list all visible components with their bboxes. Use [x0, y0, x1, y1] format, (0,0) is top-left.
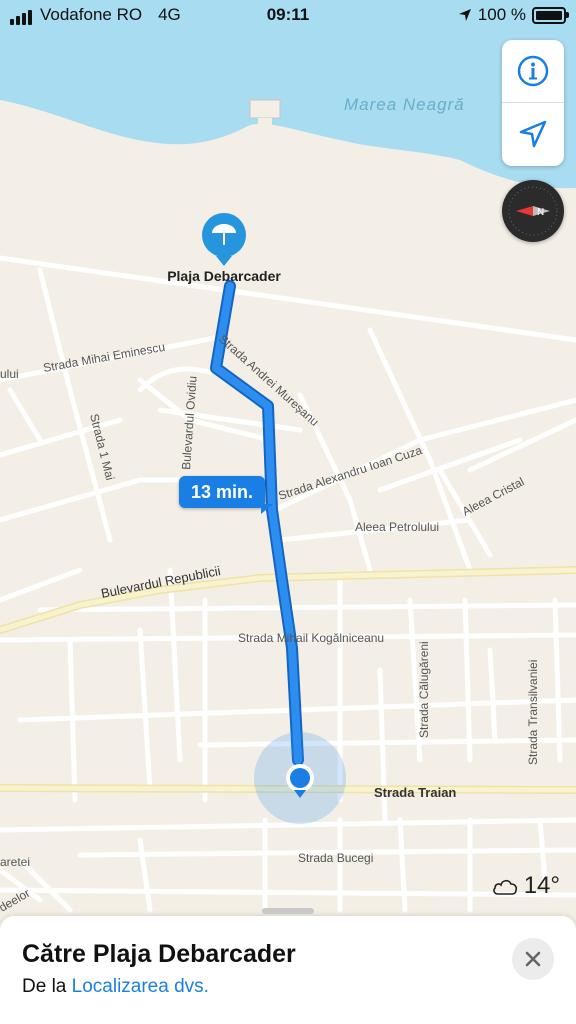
- locate-button[interactable]: [502, 103, 564, 165]
- street-label-transilvaniei: Strada Transilvaniei: [526, 660, 540, 765]
- info-icon: [517, 55, 549, 87]
- cloud-icon: [492, 879, 517, 895]
- map-canvas[interactable]: Marea Neagră Strada Mihai Eminescu Strad…: [0, 0, 576, 1024]
- info-button[interactable]: [502, 40, 564, 102]
- location-arrow-icon: [519, 120, 547, 148]
- battery-percent: 100 %: [477, 5, 526, 24]
- destination-label: Plaja Debarcader: [167, 268, 281, 284]
- street-label-calugareni: Strada Călugăreni: [417, 641, 431, 738]
- temperature: 14°: [523, 872, 560, 899]
- location-services-icon: [458, 9, 471, 21]
- sheet-title: Către Plaja Debarcader: [22, 940, 296, 968]
- close-icon: [525, 951, 541, 967]
- close-button[interactable]: [512, 938, 554, 980]
- sheet-grabber[interactable]: [262, 908, 314, 914]
- pier: [249, 99, 281, 119]
- svg-text:N: N: [537, 207, 544, 218]
- route-eta-bubble[interactable]: 13 min.: [179, 476, 273, 514]
- compass-icon: N: [508, 186, 558, 236]
- sheet-origin: De la Localizarea dvs.: [22, 976, 209, 998]
- map-controls: [502, 40, 564, 166]
- directions-sheet[interactable]: Către Plaja Debarcader De la Localizarea…: [0, 908, 576, 1024]
- street-label-partial-2: aretei: [0, 855, 30, 869]
- street-label-partial: ului: [0, 367, 19, 381]
- street-label-bucegi: Strada Bucegi: [298, 851, 373, 865]
- origin-prefix: De la: [22, 976, 67, 997]
- street-label-traian: Strada Traian: [374, 785, 456, 800]
- sea-label: Marea Neagră: [344, 95, 465, 114]
- street-label-petrolului: Aleea Petrolului: [355, 520, 439, 534]
- status-bar: Vodafone RO 4G 09:11 100 %: [0, 0, 576, 32]
- battery-icon: [532, 6, 569, 24]
- weather-widget: 14°: [492, 872, 560, 900]
- compass-button[interactable]: N: [502, 180, 564, 242]
- origin-link[interactable]: Localizarea dvs.: [72, 976, 209, 997]
- street-label-kogalniceanu: Strada Mihail Kogălniceanu: [238, 631, 384, 645]
- current-location-marker[interactable]: [254, 732, 346, 824]
